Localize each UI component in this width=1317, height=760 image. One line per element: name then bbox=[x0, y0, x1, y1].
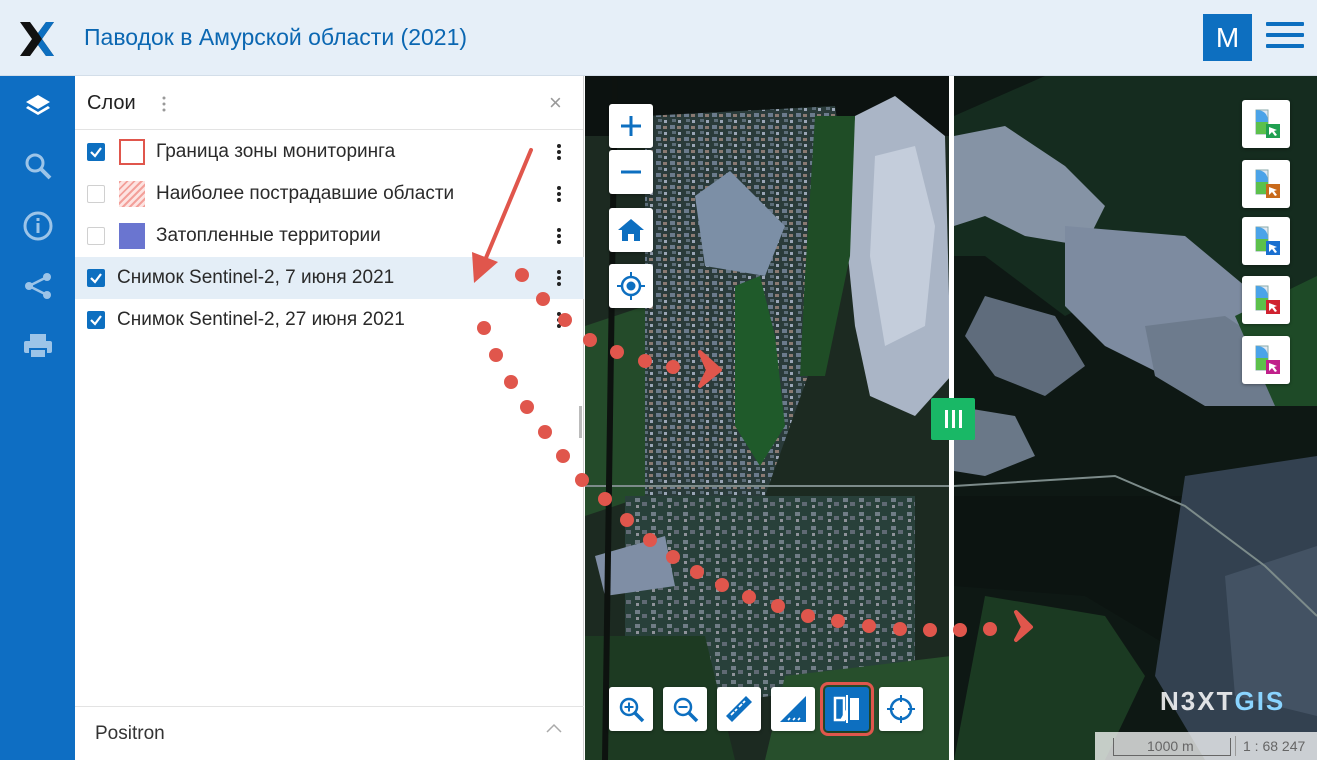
zoom-in-button[interactable] bbox=[609, 104, 653, 148]
layer-menu-icon[interactable] bbox=[557, 270, 561, 288]
app-header: Паводок в Амурской области (2021) M bbox=[0, 0, 1317, 76]
home-button[interactable] bbox=[609, 208, 653, 252]
panel-resize-handle[interactable] bbox=[579, 406, 582, 438]
sidebar-nav bbox=[0, 76, 75, 760]
scale-separator bbox=[1235, 736, 1236, 756]
swipe-compare-button[interactable] bbox=[820, 682, 874, 736]
layer-checkbox[interactable] bbox=[87, 269, 105, 287]
layer-label: Снимок Sentinel-2, 7 июня 2021 bbox=[117, 267, 395, 288]
panel-title: Слои bbox=[87, 92, 136, 114]
user-avatar-button[interactable]: M bbox=[1203, 14, 1252, 61]
basemap-selector[interactable]: Positron bbox=[75, 706, 584, 760]
layer-menu-icon[interactable] bbox=[557, 144, 561, 162]
print-icon[interactable] bbox=[0, 316, 75, 376]
share-icon[interactable] bbox=[0, 256, 75, 316]
layer-row[interactable]: Граница зоны мониторинга bbox=[75, 131, 584, 173]
identify-green-icon[interactable] bbox=[1242, 100, 1290, 148]
zoom-out-button[interactable] bbox=[609, 150, 653, 194]
crosshair-icon[interactable] bbox=[879, 687, 923, 731]
panel-options-icon[interactable] bbox=[161, 96, 167, 117]
layer-checkbox[interactable] bbox=[87, 143, 105, 161]
scale-label: 1000 m bbox=[1147, 738, 1194, 754]
nextgis-logo[interactable] bbox=[18, 20, 56, 58]
layer-checkbox[interactable] bbox=[87, 311, 105, 329]
layers-panel: Слои × Граница зоны мониторинга Наиболее… bbox=[75, 76, 584, 760]
legend-fill-icon bbox=[119, 223, 145, 249]
legend-hatch-icon bbox=[119, 181, 145, 207]
panel-header: Слои × bbox=[75, 76, 583, 130]
layers-icon[interactable] bbox=[0, 76, 75, 136]
ruler-icon[interactable] bbox=[717, 687, 761, 731]
layer-label: Наиболее пострадавшие области bbox=[156, 183, 455, 204]
nextgis-watermark: N3XTGIS bbox=[1160, 686, 1286, 716]
scale-bar: 1000 m 1 : 68 247 bbox=[1095, 732, 1317, 760]
locate-button[interactable] bbox=[609, 264, 653, 308]
layer-label: Снимок Sentinel-2, 27 июня 2021 bbox=[117, 309, 405, 330]
zoom-in-tool-icon[interactable] bbox=[609, 687, 653, 731]
layer-menu-icon[interactable] bbox=[557, 228, 561, 246]
info-icon[interactable] bbox=[0, 196, 75, 256]
identify-magenta-icon[interactable] bbox=[1242, 336, 1290, 384]
legend-outline-icon bbox=[119, 139, 145, 165]
search-icon[interactable] bbox=[0, 136, 75, 196]
layer-row[interactable]: Снимок Sentinel-2, 27 июня 2021 bbox=[75, 299, 584, 341]
chevron-up-icon[interactable] bbox=[545, 721, 563, 739]
layer-row[interactable]: Наиболее пострадавшие области bbox=[75, 173, 584, 215]
layer-checkbox[interactable] bbox=[87, 185, 105, 203]
identify-orange-icon[interactable] bbox=[1242, 160, 1290, 208]
identify-red-icon[interactable] bbox=[1242, 276, 1290, 324]
area-measure-icon[interactable] bbox=[771, 687, 815, 731]
layer-row-selected[interactable]: Снимок Sentinel-2, 7 июня 2021 bbox=[75, 257, 584, 299]
basemap-label: Positron bbox=[95, 723, 165, 744]
layer-menu-icon[interactable] bbox=[557, 186, 561, 204]
layer-menu-icon[interactable] bbox=[557, 312, 561, 330]
layer-row[interactable]: Затопленные территории bbox=[75, 215, 584, 257]
identify-blue-icon[interactable] bbox=[1242, 217, 1290, 265]
zoom-out-tool-icon[interactable] bbox=[663, 687, 707, 731]
layer-label: Граница зоны мониторинга bbox=[156, 141, 396, 162]
map-view[interactable]: N3XTGIS 1000 m 1 : 68 247 bbox=[585, 76, 1317, 760]
swipe-handle[interactable] bbox=[931, 398, 975, 440]
close-icon[interactable]: × bbox=[549, 92, 562, 114]
app-title: Паводок в Амурской области (2021) bbox=[84, 24, 468, 50]
layer-label: Затопленные территории bbox=[156, 225, 381, 246]
scale-ratio: 1 : 68 247 bbox=[1243, 738, 1306, 754]
layer-checkbox[interactable] bbox=[87, 227, 105, 245]
hamburger-menu-icon[interactable] bbox=[1266, 22, 1304, 52]
